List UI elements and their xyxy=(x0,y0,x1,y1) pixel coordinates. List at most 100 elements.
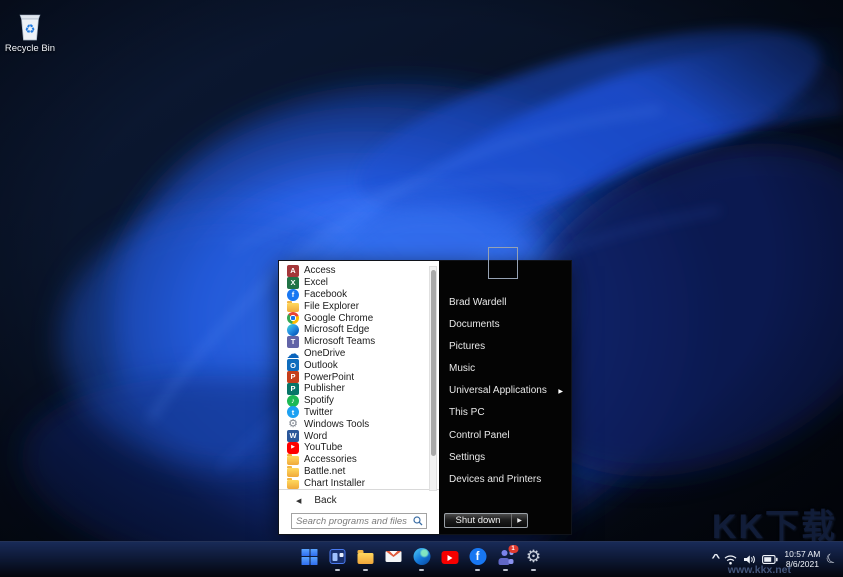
settings-gear-icon xyxy=(526,548,541,565)
word-icon: W xyxy=(287,430,299,443)
watermark-url: www.kkx.net xyxy=(727,564,791,576)
app-label: File Explorer xyxy=(304,300,359,312)
app-item-excel[interactable]: X Excel xyxy=(279,276,439,289)
menu-item-this-pc[interactable]: This PC xyxy=(439,402,571,424)
app-item-chart-installer[interactable]: Chart Installer xyxy=(279,477,439,489)
windows-logo-icon xyxy=(301,548,318,565)
volume-icon[interactable] xyxy=(743,554,756,565)
taskbar-start11-app[interactable] xyxy=(329,548,346,571)
menu-item-control-panel[interactable]: Control Panel xyxy=(439,424,571,446)
app-item-facebook[interactable]: f Facebook xyxy=(279,288,439,301)
recycle-bin-icon[interactable]: ♻ Recycle Bin xyxy=(2,12,58,54)
publisher-icon: P xyxy=(287,382,299,395)
app-item-publisher[interactable]: P Publisher xyxy=(279,382,439,395)
app-label: Accessories xyxy=(304,454,357,466)
search-input[interactable] xyxy=(292,515,413,527)
app-item-onedrive[interactable]: ☁ OneDrive xyxy=(279,347,439,360)
start-menu: A Access X Excel f Facebook File Explore… xyxy=(278,247,572,535)
desktop: ♻ Recycle Bin KK下载 www.kkx.net A Access … xyxy=(0,0,843,577)
running-indicator xyxy=(363,569,368,571)
folder-icon xyxy=(287,454,299,466)
facebook-icon xyxy=(469,548,486,565)
scrollbar[interactable] xyxy=(429,266,437,491)
app-label: Microsoft Edge xyxy=(304,324,370,336)
app-item-google-chrome[interactable]: Google Chrome xyxy=(279,312,439,325)
app-item-microsoft-teams[interactable]: T Microsoft Teams xyxy=(279,335,439,348)
shutdown-options-arrow[interactable] xyxy=(511,514,527,527)
menu-item-pictures[interactable]: Pictures xyxy=(439,335,571,357)
start-button[interactable] xyxy=(301,548,318,565)
focus-assist-moon-icon[interactable] xyxy=(824,549,841,568)
taskbar-youtube[interactable] xyxy=(441,548,458,565)
menu-item-label: Settings xyxy=(449,451,486,463)
tray-chevron-up-icon[interactable] xyxy=(711,553,720,564)
tray-time: 10:57 AM xyxy=(784,549,821,559)
app-label: Google Chrome xyxy=(304,312,374,324)
menu-item-settings[interactable]: Settings xyxy=(439,446,571,468)
menu-item-label: Pictures xyxy=(449,340,486,352)
battery-icon[interactable] xyxy=(762,554,779,564)
running-indicator xyxy=(419,569,424,571)
notification-badge: 1 xyxy=(508,545,518,553)
wifi-icon[interactable] xyxy=(724,554,737,565)
shutdown-button[interactable]: Shut down xyxy=(444,513,528,528)
running-indicator xyxy=(503,569,508,571)
app-item-word[interactable]: W Word xyxy=(279,430,439,443)
app-label: Access xyxy=(304,265,336,277)
running-indicator xyxy=(335,569,340,571)
app-item-file-explorer[interactable]: File Explorer xyxy=(279,300,439,312)
taskbar-facebook[interactable] xyxy=(469,548,486,571)
outlook-icon: O xyxy=(287,359,299,372)
app-item-access[interactable]: A Access xyxy=(279,264,439,277)
menu-item-documents[interactable]: Documents xyxy=(439,313,571,335)
menu-item-music[interactable]: Music xyxy=(439,357,571,379)
scrollbar-thumb[interactable] xyxy=(430,270,436,456)
app-item-outlook[interactable]: O Outlook xyxy=(279,359,439,372)
app-list: A Access X Excel f Facebook File Explore… xyxy=(279,261,439,489)
menu-item-universal-applications[interactable]: Universal Applications xyxy=(439,380,571,402)
file-explorer-icon xyxy=(357,550,374,564)
app-item-battlenet[interactable]: Battle.net xyxy=(279,465,439,478)
app-label: Spotify xyxy=(304,395,334,407)
edge-icon xyxy=(413,548,430,565)
svg-text:♻: ♻ xyxy=(25,22,36,36)
chrome-icon xyxy=(287,312,299,325)
taskbar-mail[interactable] xyxy=(385,548,402,565)
start-menu-links: Documents Pictures Music Universal Appli… xyxy=(439,313,571,491)
user-name[interactable]: Brad Wardell xyxy=(449,297,506,308)
app-label: YouTube xyxy=(304,442,343,454)
app-item-youtube[interactable]: ▶ YouTube xyxy=(279,441,439,454)
app-item-microsoft-edge[interactable]: Microsoft Edge xyxy=(279,323,439,336)
twitter-icon: t xyxy=(287,406,299,419)
user-avatar[interactable] xyxy=(488,247,518,279)
menu-item-devices-and-printers[interactable]: Devices and Printers xyxy=(439,468,571,490)
youtube-icon: ▶ xyxy=(287,441,299,454)
menu-item-label: Devices and Printers xyxy=(449,473,542,485)
app-item-windows-tools[interactable]: ⚙ Windows Tools xyxy=(279,418,439,430)
app-label: PowerPoint xyxy=(304,371,355,383)
app-item-twitter[interactable]: t Twitter xyxy=(279,406,439,419)
start11-tiles-icon xyxy=(329,549,346,564)
app-label: Word xyxy=(304,430,328,442)
mail-icon xyxy=(385,550,402,563)
taskbar-edge[interactable] xyxy=(413,548,430,571)
menu-item-label: Documents xyxy=(449,318,500,330)
folder-icon xyxy=(287,477,299,489)
taskbar-teams[interactable]: 1 xyxy=(497,545,518,571)
app-item-spotify[interactable]: ♪ Spotify xyxy=(279,394,439,407)
menu-item-label: Universal Applications xyxy=(449,385,547,397)
edge-icon xyxy=(287,323,299,336)
start-menu-app-panel: A Access X Excel f Facebook File Explore… xyxy=(279,261,439,534)
back-button[interactable]: Back xyxy=(279,489,439,510)
menu-item-label: Control Panel xyxy=(449,429,510,441)
spotify-icon: ♪ xyxy=(287,394,299,407)
start-menu-links-panel: Brad Wardell Documents Pictures Music Un… xyxy=(439,247,571,534)
app-label: Outlook xyxy=(304,359,338,371)
app-label: OneDrive xyxy=(304,347,346,359)
taskbar-settings[interactable] xyxy=(525,548,542,571)
app-label: Facebook xyxy=(304,288,348,300)
taskbar-file-explorer[interactable] xyxy=(357,548,374,571)
taskbar-icons: 1 xyxy=(301,545,542,571)
app-item-accessories[interactable]: Accessories xyxy=(279,454,439,466)
app-item-powerpoint[interactable]: P PowerPoint xyxy=(279,371,439,384)
